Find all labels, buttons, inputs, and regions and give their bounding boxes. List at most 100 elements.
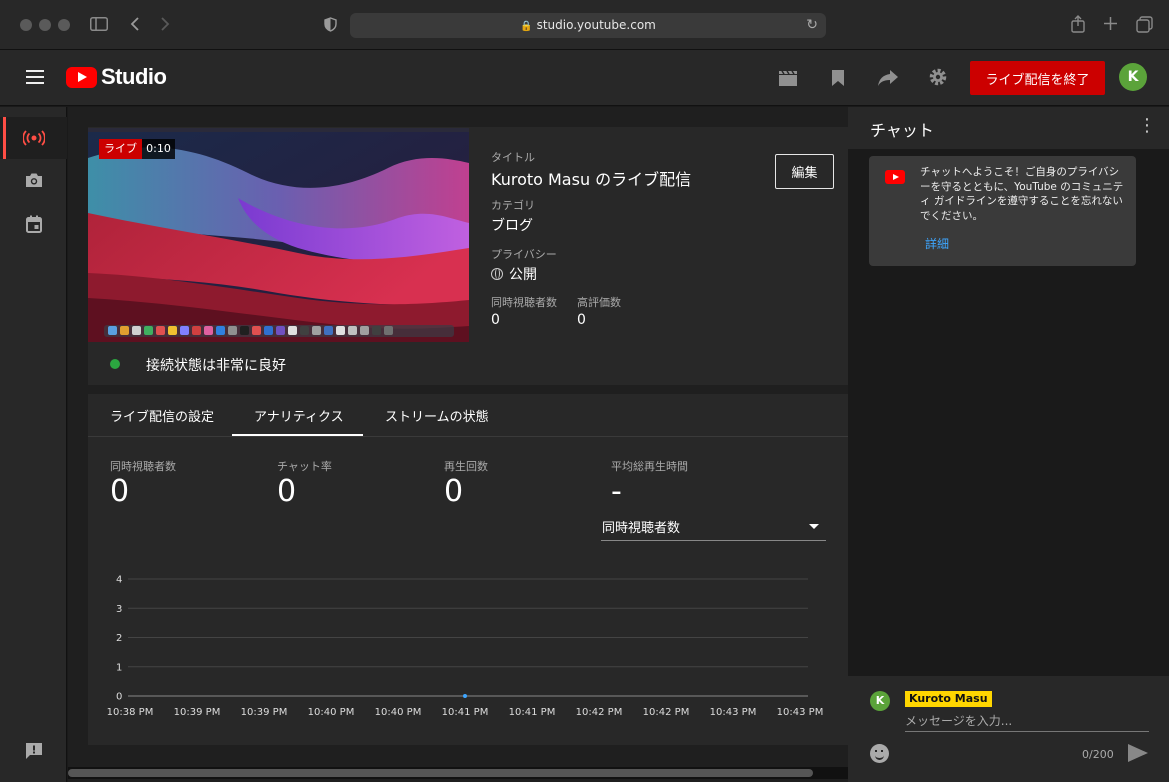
menu-icon[interactable] — [26, 70, 44, 84]
metric-value-avg-watch: - — [611, 474, 622, 509]
rail-item-schedule[interactable] — [0, 203, 67, 245]
chat-message-input[interactable] — [905, 711, 1149, 732]
rail-item-live[interactable] — [0, 117, 67, 159]
preview-wallpaper-image — [88, 128, 469, 342]
reload-icon[interactable]: ↻ — [806, 17, 818, 33]
y-tick-label: 1 — [116, 662, 122, 673]
share-icon[interactable] — [1071, 15, 1085, 36]
metric-select[interactable]: 同時視聴者数 — [601, 513, 826, 541]
live-badge: ライブ — [99, 139, 142, 159]
rail-item-feedback[interactable] — [0, 730, 67, 772]
scrollbar-thumb[interactable] — [68, 769, 813, 777]
bookmark-icon[interactable] — [831, 68, 845, 92]
settings-gear-icon[interactable] — [928, 67, 948, 92]
likes-value: 0 — [577, 312, 586, 328]
metric-label-chat-rate: チャット率 — [277, 460, 332, 473]
sidebar-toggle-icon[interactable] — [90, 17, 108, 34]
x-tick-label: 10:41 PM — [509, 707, 556, 718]
chat-welcome-text: チャットへようこそ！ご自身のプライバシーを守るとともに、YouTube のコミュ… — [920, 166, 1124, 222]
metric-value-chat-rate: 0 — [277, 474, 297, 509]
privacy-value: 公開 — [491, 264, 537, 284]
more-options-icon[interactable]: ⋮ — [1138, 116, 1156, 136]
x-tick-label: 10:43 PM — [710, 707, 757, 718]
x-tick-label: 10:42 PM — [643, 707, 690, 718]
x-tick-label: 10:40 PM — [308, 707, 355, 718]
tab-live-settings[interactable]: ライブ配信の設定 — [110, 406, 214, 425]
share-arrow-icon[interactable] — [877, 68, 899, 92]
globe-icon — [491, 268, 503, 280]
metric-label-concurrent: 同時視聴者数 — [110, 460, 176, 473]
address-bar[interactable]: 🔒 studio.youtube.com ↻ — [350, 13, 826, 38]
browser-toolbar: 🔒 studio.youtube.com ↻ — [0, 0, 1169, 50]
rail-item-webcam[interactable] — [0, 159, 67, 201]
dropdown-arrow-icon — [809, 524, 819, 529]
close-window-button[interactable] — [20, 19, 32, 31]
camera-icon — [25, 173, 42, 187]
concurrent-viewers-value: 0 — [491, 312, 500, 328]
x-tick-label: 10:40 PM — [375, 707, 422, 718]
lock-icon: 🔒 — [520, 21, 533, 32]
url-text: studio.youtube.com — [536, 18, 656, 32]
learn-more-link[interactable]: 詳細 — [925, 235, 949, 252]
metric-select-value: 同時視聴者数 — [602, 521, 681, 536]
studio-header: Studio ライブ配信を終了 K — [0, 50, 1169, 106]
account-avatar[interactable]: K — [1119, 63, 1147, 91]
studio-logo-text[interactable]: Studio — [101, 64, 167, 90]
viewers-line-chart: 0 1 2 3 4 10:38 PM 10:39 PM 10:39 PM 10:40 PM 10:… — [107, 575, 824, 719]
char-counter: 0/200 — [1082, 748, 1114, 761]
horizontal-scrollbar[interactable] — [68, 767, 848, 779]
stream-category: ブログ — [491, 218, 533, 234]
likes-label: 高評価数 — [577, 296, 621, 309]
end-live-button[interactable]: ライブ配信を終了 — [970, 61, 1105, 95]
connection-status-dot — [110, 359, 120, 369]
chat-user-avatar: K — [870, 691, 890, 711]
x-tick-label: 10:39 PM — [241, 707, 288, 718]
title-label: タイトル — [491, 151, 535, 164]
connection-status-text: 接続状態は非常に良好 — [146, 358, 286, 374]
y-tick-label: 2 — [116, 633, 122, 644]
preview-dock — [104, 325, 454, 337]
clapperboard-icon[interactable] — [778, 68, 798, 92]
tab-analytics[interactable]: アナリティクス — [254, 406, 344, 425]
new-tab-icon[interactable] — [1103, 16, 1118, 34]
tab-overview-icon[interactable] — [1136, 16, 1153, 36]
live-broadcast-icon — [21, 130, 46, 146]
forward-icon[interactable] — [160, 16, 170, 35]
privacy-text: 公開 — [509, 267, 537, 283]
metric-label-avg-watch: 平均総再生時間 — [611, 460, 688, 473]
chat-user-name: Kuroto Masu — [905, 691, 992, 707]
x-tick-label: 10:38 PM — [107, 707, 154, 718]
youtube-logo-icon[interactable] — [66, 67, 97, 88]
x-tick-label: 10:43 PM — [777, 707, 824, 718]
minimize-window-button[interactable] — [39, 19, 51, 31]
data-point — [463, 694, 467, 698]
x-tick-label: 10:42 PM — [576, 707, 623, 718]
metric-label-views: 再生回数 — [444, 460, 488, 473]
edit-button[interactable]: 編集 — [775, 154, 834, 189]
concurrent-viewers-label: 同時視聴者数 — [491, 296, 557, 309]
y-tick-label: 0 — [116, 692, 122, 703]
tab-stream-health[interactable]: ストリームの状態 — [385, 406, 489, 425]
metric-value-concurrent: 0 — [110, 474, 130, 509]
y-tick-label: 3 — [116, 604, 122, 615]
privacy-shield-icon[interactable] — [324, 17, 337, 35]
metric-value-views: 0 — [444, 474, 464, 509]
calendar-icon — [25, 215, 42, 233]
active-tab-indicator — [232, 434, 363, 436]
youtube-logo-icon — [885, 170, 905, 184]
privacy-label: プライバシー — [491, 248, 557, 261]
category-label: カテゴリ — [491, 199, 535, 212]
y-tick-label: 4 — [116, 575, 122, 586]
feedback-icon — [25, 743, 42, 759]
emoji-icon[interactable] — [870, 744, 889, 763]
send-icon[interactable] — [1128, 744, 1148, 762]
tab-divider — [88, 436, 848, 437]
x-tick-label: 10:41 PM — [442, 707, 489, 718]
zoom-window-button[interactable] — [58, 19, 70, 31]
stream-preview[interactable] — [88, 128, 469, 342]
left-nav-rail — [0, 107, 67, 782]
stream-title: Kuroto Masu のライブ配信 — [491, 170, 692, 189]
x-tick-label: 10:39 PM — [174, 707, 221, 718]
back-icon[interactable] — [130, 16, 140, 35]
chat-title: チャット — [870, 121, 934, 140]
